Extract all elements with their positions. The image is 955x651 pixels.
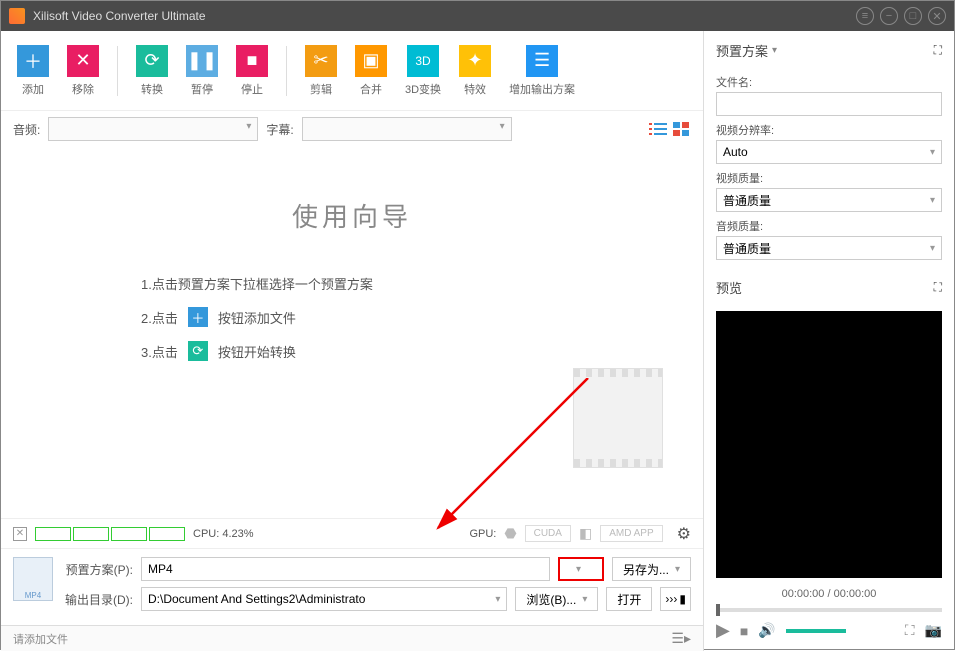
expand-preset-icon[interactable]: ⛶ <box>934 43 942 58</box>
preview-video-box <box>716 311 942 578</box>
list-view-icon[interactable] <box>649 122 667 136</box>
scissors-icon: ✂ <box>305 45 337 77</box>
filename-label: 文件名: <box>716 74 942 90</box>
profile-dropdown-button[interactable] <box>558 557 604 581</box>
saveas-button[interactable]: 另存为... <box>612 557 691 581</box>
audio-label: 音频: <box>13 121 40 138</box>
open-button[interactable]: 打开 <box>606 587 652 611</box>
convert-button[interactable]: ⟳ 转换 <box>130 43 174 99</box>
pause-icon: ❚❚ <box>186 45 218 77</box>
vquality-label: 视频质量: <box>716 170 942 186</box>
effect-button[interactable]: ✦ 特效 <box>453 43 497 99</box>
minimize-button[interactable]: − <box>880 7 898 25</box>
3d-button[interactable]: 3D 3D变换 <box>399 43 447 99</box>
app-logo <box>9 8 25 24</box>
audio-select[interactable] <box>48 117 258 141</box>
fullscreen-icon[interactable]: ⛶ <box>905 622 915 639</box>
cut-button[interactable]: ✂ 剪辑 <box>299 43 343 99</box>
browse-button[interactable]: 浏览(B)... <box>515 587 598 611</box>
aquality-select[interactable]: 普通质量 <box>716 236 942 260</box>
close-button[interactable]: ✕ <box>928 7 946 25</box>
volume-icon[interactable]: 🔊 <box>758 622 775 639</box>
wizard-title: 使用向导 <box>21 197 683 234</box>
expand-preview-icon[interactable]: ⛶ <box>934 280 942 295</box>
stop-button[interactable]: ■ 停止 <box>230 43 274 99</box>
list-icon: ☰ <box>526 45 558 77</box>
amd-badge: AMD APP <box>600 525 662 542</box>
window-title: Xilisoft Video Converter Ultimate <box>33 9 856 23</box>
remove-button[interactable]: ✕ 移除 <box>61 43 105 99</box>
footer-list-icon[interactable]: ☰▸ <box>671 630 691 647</box>
add-output-button[interactable]: ☰ 增加输出方案 <box>503 43 581 99</box>
cpu-cores-indicator <box>35 527 185 541</box>
refresh-icon: ⟳ <box>188 341 208 361</box>
time-display: 00:00:00 / 00:00:00 <box>716 588 942 600</box>
pause-button[interactable]: ❚❚ 暂停 <box>180 43 224 99</box>
merge-button[interactable]: ▣ 合并 <box>349 43 393 99</box>
menu-button[interactable]: ≡ <box>856 7 874 25</box>
subtitle-label: 字幕: <box>266 121 293 138</box>
x-icon: ✕ <box>67 45 99 77</box>
more-button[interactable]: ›››▮ <box>660 587 691 611</box>
add-button[interactable]: ＋ 添加 <box>11 43 55 99</box>
settings-gear-icon[interactable]: ⚙ <box>677 524 691 544</box>
resolution-label: 视频分辨率: <box>716 122 942 138</box>
preview-panel-title: 预览 <box>716 278 742 297</box>
resolution-select[interactable]: Auto <box>716 140 942 164</box>
footer-hint: 请添加文件 <box>13 631 68 647</box>
file-type-icon: MP4 <box>13 557 53 601</box>
merge-icon: ▣ <box>355 45 387 77</box>
profile-field[interactable]: MP4 <box>141 557 550 581</box>
wand-icon: ✦ <box>459 45 491 77</box>
aquality-label: 音频质量: <box>716 218 942 234</box>
refresh-icon: ⟳ <box>136 45 168 77</box>
maximize-button[interactable]: □ <box>904 7 922 25</box>
output-label: 输出目录(D): <box>61 591 133 608</box>
wizard-step1: 1.点击预置方案下拉框选择一个预置方案 <box>141 274 373 293</box>
profile-label: 预置方案(P): <box>61 561 133 578</box>
close-status-button[interactable]: ✕ <box>13 527 27 541</box>
snapshot-icon[interactable]: 📷 <box>925 622 942 639</box>
stop-preview-button[interactable]: ■ <box>740 623 748 639</box>
preset-panel-title: 预置方案 <box>716 41 768 60</box>
vquality-select[interactable]: 普通质量 <box>716 188 942 212</box>
grid-view-icon[interactable] <box>673 122 691 136</box>
film-placeholder-icon <box>573 368 663 468</box>
gpu-label: GPU: <box>469 528 496 540</box>
output-field[interactable]: D:\Document And Settings2\Administrato <box>141 587 507 611</box>
cpu-label: CPU: 4.23% <box>193 528 254 540</box>
plus-icon: ＋ <box>188 307 208 327</box>
plus-icon: ＋ <box>17 45 49 77</box>
3d-icon: 3D <box>407 45 439 77</box>
seek-slider[interactable] <box>716 608 942 612</box>
cuda-badge: CUDA <box>525 525 571 542</box>
filename-field[interactable] <box>716 92 942 116</box>
play-button[interactable]: ▶ <box>716 620 730 641</box>
volume-slider[interactable] <box>786 629 846 633</box>
subtitle-select[interactable] <box>302 117 512 141</box>
stop-icon: ■ <box>236 45 268 77</box>
